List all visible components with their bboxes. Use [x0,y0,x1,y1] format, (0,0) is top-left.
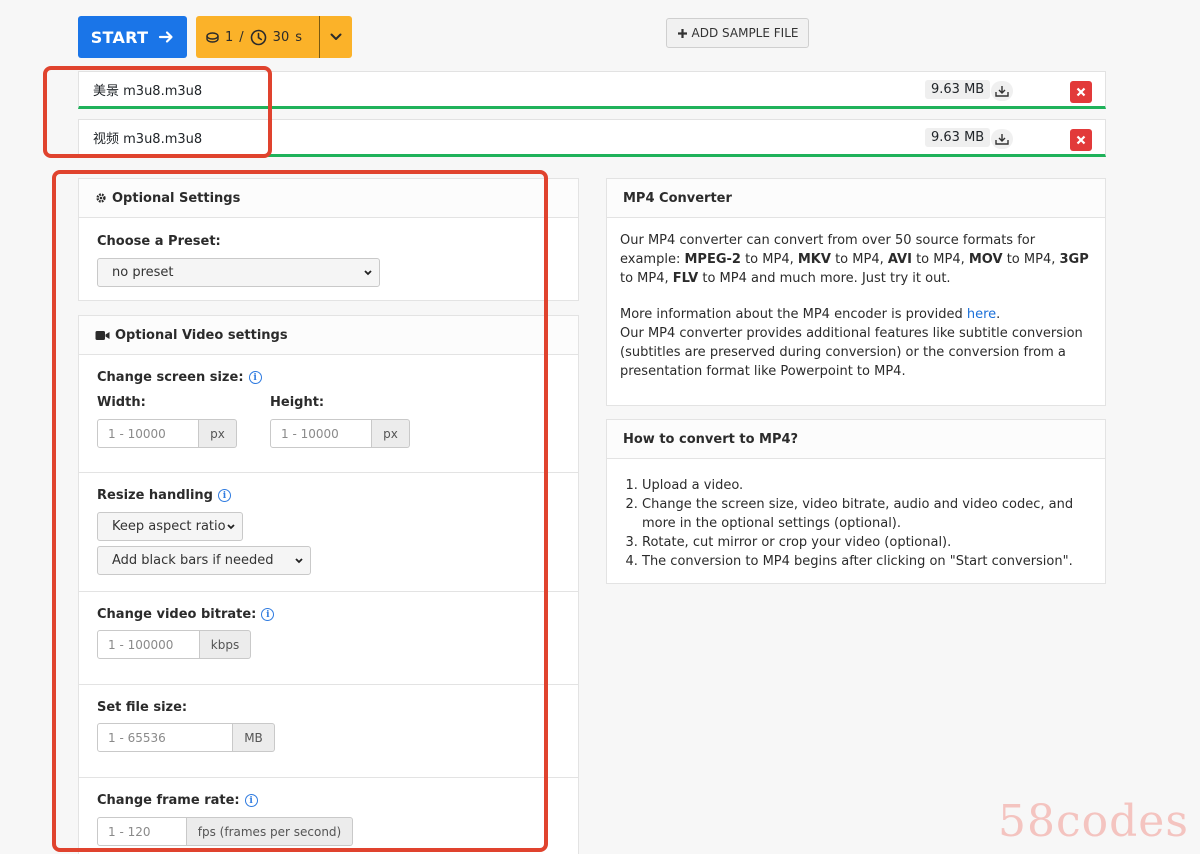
credits-info: 1 / 30 s [196,16,320,58]
clock-icon [250,29,266,45]
howto-header: How to convert to MP4? [607,420,1105,459]
format-name: FLV [672,271,699,286]
close-icon [1076,87,1086,97]
file-size: 9.63 MB [925,128,991,147]
format-name: 3GP [1059,252,1089,267]
encoder-info-suffix: . [996,307,1001,322]
credits-unit: s [295,29,302,45]
add-sample-file-button[interactable]: ADD SAMPLE FILE [666,18,809,48]
format-text: to MP4, [740,252,798,267]
howto-title: How to convert to MP4? [623,431,799,447]
format-text: to MP4, [911,252,969,267]
arrow-right-icon [159,31,173,43]
step-item: Rotate, cut mirror or crop your video (o… [642,533,1096,552]
encoder-info-text: More information about the MP4 encoder i… [620,307,967,322]
format-text: to MP4, [1002,252,1060,267]
format-name: MOV [968,252,1003,267]
format-text: to MP4 and much more. Just try it out. [698,271,951,286]
start-button[interactable]: START [78,16,187,58]
highlight-box-files [43,66,272,158]
step-item: The conversion to MP4 begins after click… [642,552,1096,571]
here-link[interactable]: here [967,307,996,322]
step-item: Upload a video. [642,476,1096,495]
formats-paragraph: Our MP4 converter can convert from over … [620,231,1090,288]
download-icon[interactable] [991,129,1013,149]
coin-icon [206,31,219,43]
format-name: MPEG-2 [684,252,741,267]
delete-file-button[interactable] [1070,81,1092,103]
howto-steps: Upload a video. Change the screen size, … [620,476,1096,571]
credits-caret[interactable] [320,33,352,41]
delete-file-button[interactable] [1070,129,1092,151]
format-text: to MP4, [620,271,673,286]
encoder-info-paragraph: More information about the MP4 encoder i… [620,305,1090,324]
mp4-converter-title: MP4 Converter [623,190,732,206]
start-label: START [90,27,149,47]
format-text: to MP4, [830,252,888,267]
watermark: 58codes [998,796,1189,847]
add-sample-file-label: ADD SAMPLE FILE [691,26,799,40]
features-paragraph: Our MP4 converter provides additional fe… [620,326,1083,379]
howto-panel: How to convert to MP4? Upload a video. C… [606,419,1106,584]
file-size: 9.63 MB [925,80,991,99]
mp4-converter-header: MP4 Converter [607,179,1105,218]
step-item: Change the screen size, video bitrate, a… [642,495,1096,533]
close-icon [1076,135,1086,145]
credits-separator: / [239,29,244,45]
mp4-converter-panel: MP4 Converter Our MP4 converter can conv… [606,178,1106,406]
steps-list: Upload a video. Change the screen size, … [620,476,1096,571]
format-name: AVI [887,252,912,267]
credits-count: 1 [225,29,234,45]
download-icon[interactable] [991,81,1013,101]
mp4-converter-description: Our MP4 converter can convert from over … [620,231,1090,381]
format-name: MKV [797,252,831,267]
highlight-box-settings [52,170,548,852]
credits-time: 30 [272,29,290,45]
plus-icon [677,28,687,38]
chevron-down-icon [330,33,342,40]
credits-dropdown[interactable]: 1 / 30 s [196,16,352,58]
